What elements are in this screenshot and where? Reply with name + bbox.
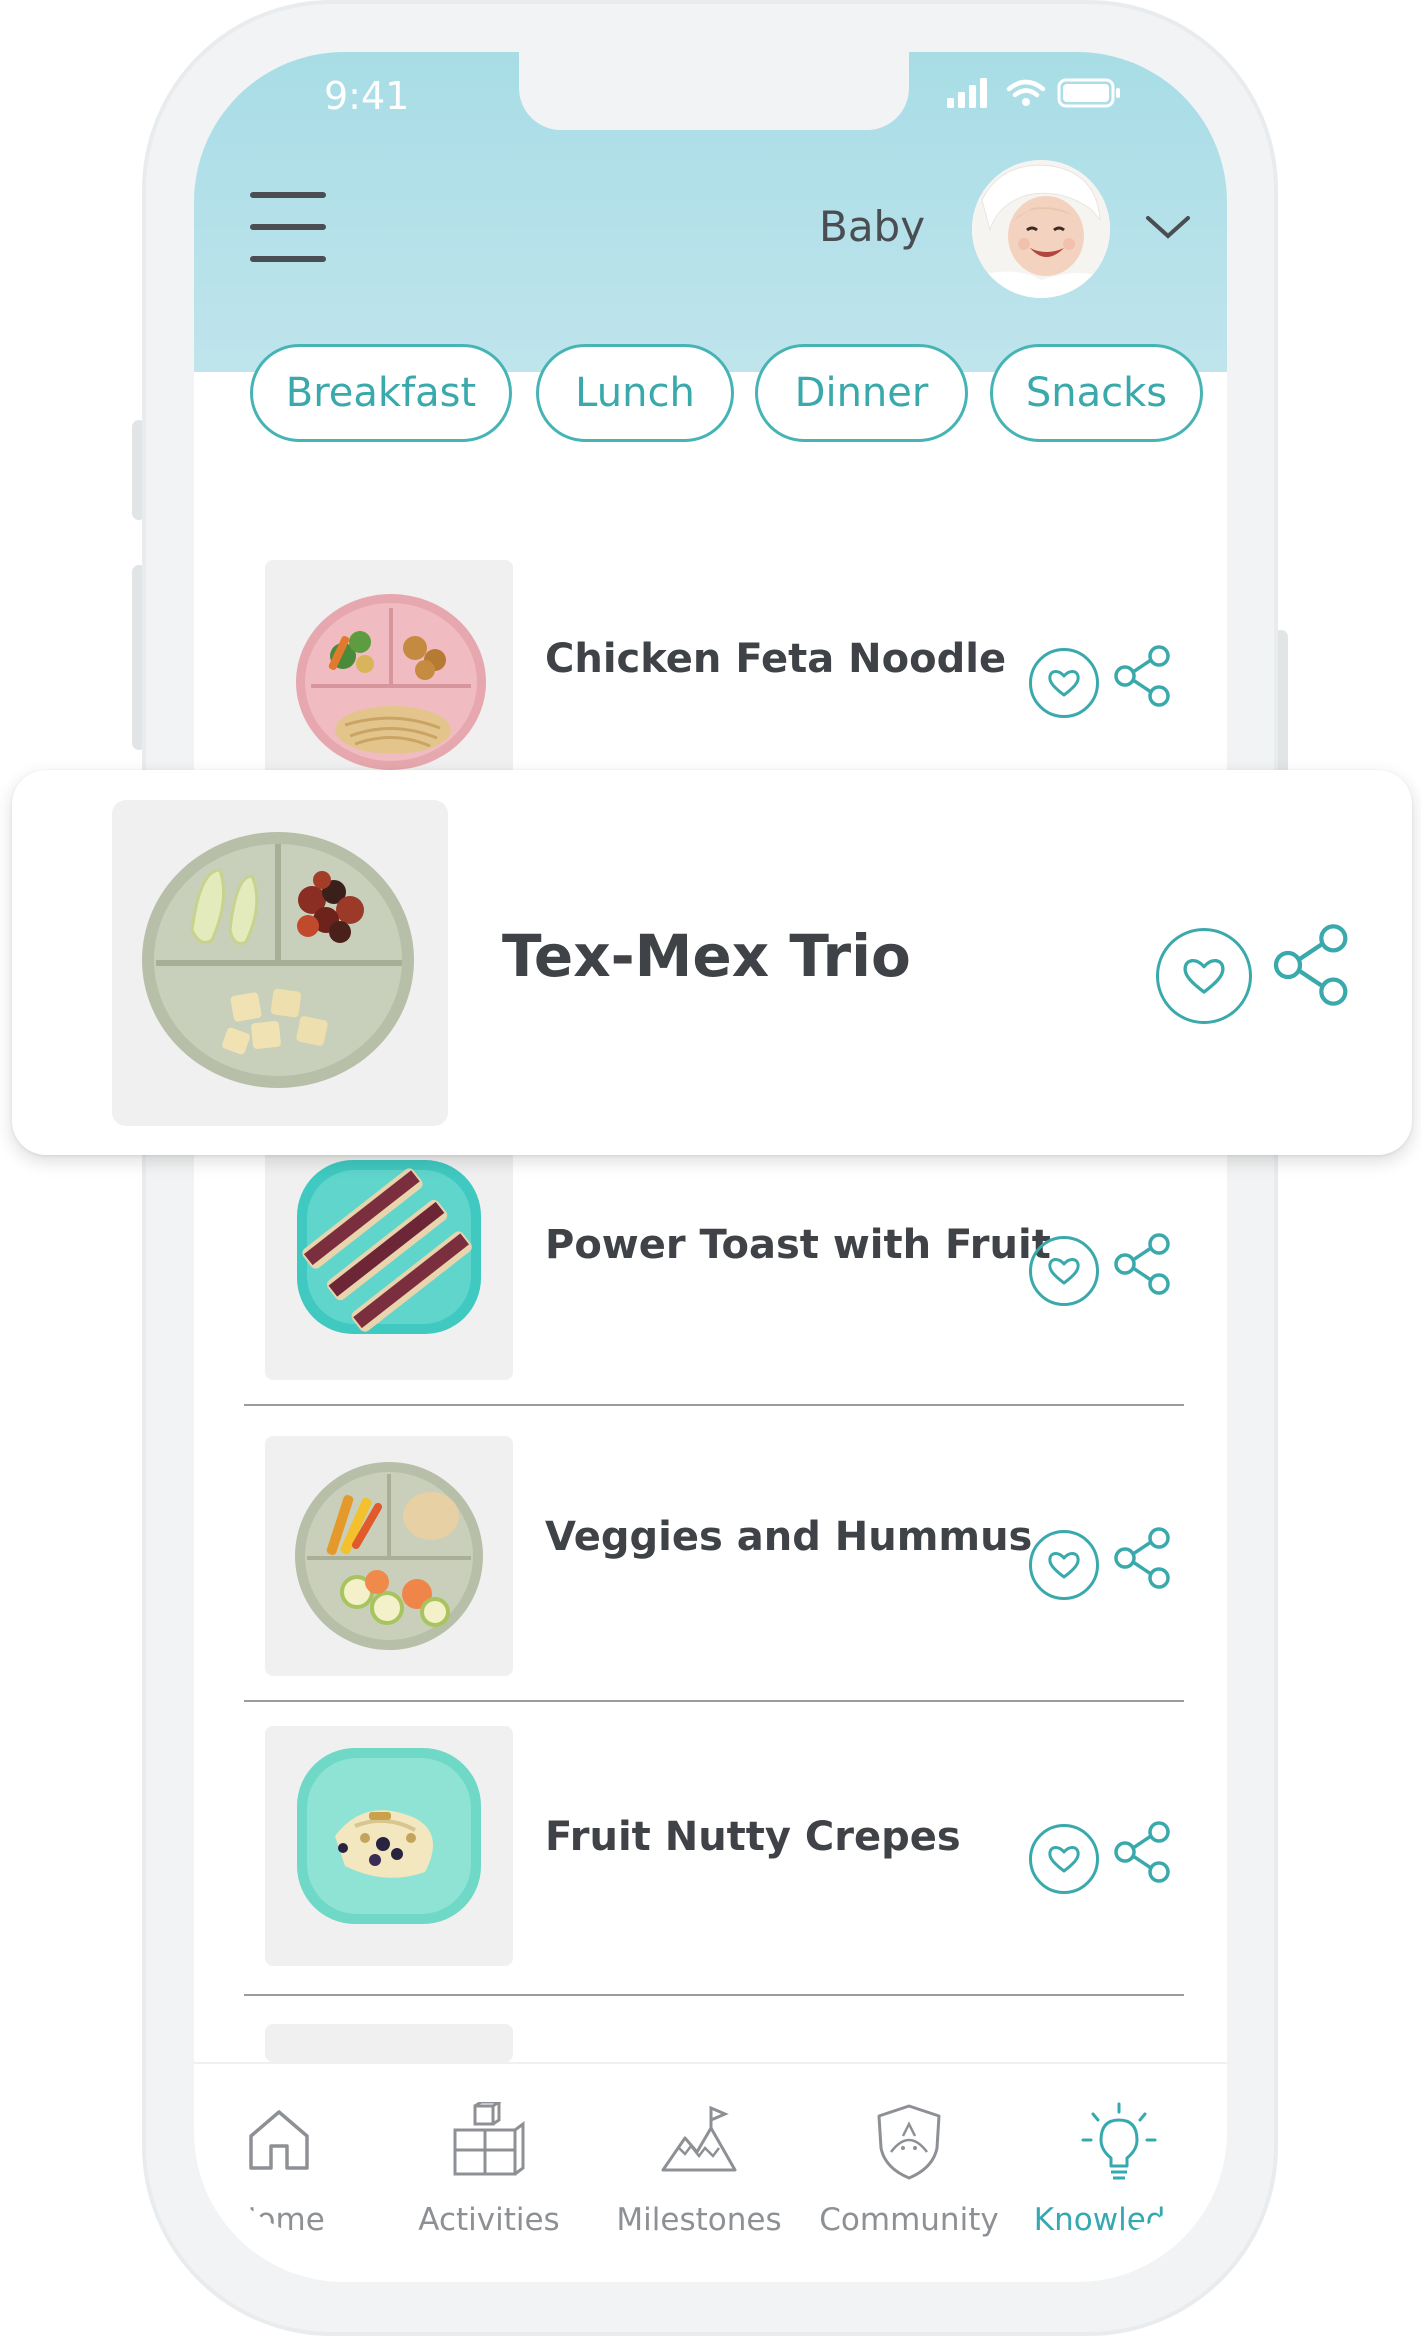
tab-activities[interactable]: Activities (389, 2062, 589, 2242)
share-icon[interactable] (1113, 1820, 1173, 1884)
favorite-heart-icon[interactable] (1029, 1236, 1099, 1306)
plate-image (297, 1748, 481, 1924)
tab-milestones[interactable]: Milestones (599, 2062, 799, 2242)
recipe-thumbnail-veggies-hummus[interactable] (265, 1436, 513, 1676)
recipe-thumbnail-power-toast[interactable] (265, 1140, 513, 1380)
favorite-heart-icon[interactable] (1029, 648, 1099, 718)
recipe-thumbnail-fruit-nutty-crepes[interactable] (265, 1726, 513, 1966)
plate-image (297, 1160, 481, 1334)
favorite-heart-icon[interactable] (1029, 1530, 1099, 1600)
recipe-title[interactable]: Veggies and Hummus (545, 1514, 1032, 1560)
tab-home[interactable]: Home (194, 2062, 379, 2242)
status-icons (947, 76, 1127, 114)
signal-wifi-battery-icon (947, 78, 1120, 108)
chip-snacks[interactable]: Snacks (990, 344, 1203, 442)
recipe-title[interactable]: Fruit Nutty Crepes (545, 1814, 961, 1860)
tab-bar-container: Home Activities Milestones Community Kno… (194, 2062, 1227, 2242)
tab-label: Home (233, 2202, 325, 2238)
recipe-thumbnail-chicken-feta-noodle[interactable] (265, 560, 513, 780)
recipe-thumbnail-partial[interactable] (265, 2024, 513, 2062)
favorite-heart-icon[interactable] (1156, 928, 1252, 1024)
share-icon[interactable] (1113, 1232, 1173, 1296)
tab-knowledge[interactable]: Knowledge (1019, 2062, 1219, 2242)
share-icon[interactable] (1113, 1526, 1173, 1590)
tab-label: Milestones (616, 2202, 782, 2238)
recipe-thumbnail-tex-mex-trio[interactable] (112, 800, 448, 1126)
recipe-title[interactable]: Chicken Feta Noodle (545, 636, 1006, 682)
share-icon[interactable] (1113, 644, 1173, 708)
tab-label: Activities (418, 2202, 560, 2238)
home-icon (243, 2102, 315, 2178)
plate-image (296, 594, 486, 770)
avatar[interactable] (972, 160, 1110, 298)
divider (244, 1404, 1184, 1406)
notch (519, 52, 909, 130)
chevron-down-icon[interactable] (1144, 212, 1192, 242)
baby-avatar-image (972, 160, 1110, 298)
plate-image (142, 832, 414, 1088)
recipe-title[interactable]: Power Toast with Fruit (545, 1222, 1051, 1268)
featured-recipe-title[interactable]: Tex-Mex Trio (502, 922, 911, 990)
profile-name[interactable]: Baby (819, 202, 925, 251)
shield-face-icon (873, 2102, 945, 2186)
chip-dinner[interactable]: Dinner (755, 344, 968, 442)
divider (244, 1994, 1184, 1996)
featured-recipe-card[interactable]: Tex-Mex Trio (12, 770, 1412, 1155)
mountain-flag-icon (659, 2102, 739, 2182)
plate-image (295, 1462, 483, 1650)
tab-label: Community (819, 2202, 999, 2238)
tab-community[interactable]: Community (809, 2062, 1009, 2242)
share-icon[interactable] (1272, 922, 1352, 1008)
tab-label: Knowledge (1033, 2202, 1205, 2238)
chip-lunch[interactable]: Lunch (536, 344, 734, 442)
divider (244, 1700, 1184, 1702)
blocks-icon (449, 2100, 529, 2182)
lightbulb-icon (1079, 2102, 1159, 2186)
status-time: 9:41 (324, 74, 410, 118)
menu-icon[interactable] (250, 192, 326, 262)
favorite-heart-icon[interactable] (1029, 1824, 1099, 1894)
chip-breakfast[interactable]: Breakfast (250, 344, 512, 442)
